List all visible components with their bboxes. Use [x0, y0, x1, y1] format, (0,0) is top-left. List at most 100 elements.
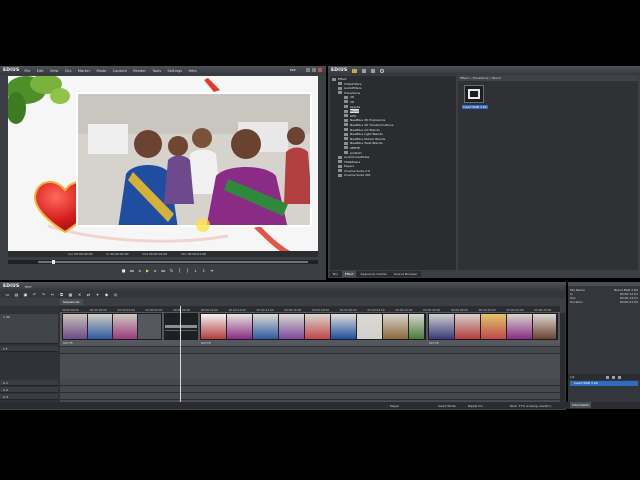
- menu-render[interactable]: Render: [133, 69, 146, 73]
- ruler-tick-label: 00:00:00:00: [62, 308, 80, 312]
- ripple-icon[interactable]: ⇄: [85, 292, 92, 298]
- player-titlebar: EDIUS File Edit View Clip Marker Mode Ca…: [0, 66, 326, 75]
- overwrite-icon[interactable]: ⇩: [200, 267, 207, 273]
- tab-bin[interactable]: Bin: [330, 271, 342, 277]
- tree-item-label: NewBlue 3D Transformations: [350, 122, 394, 127]
- menu-clip[interactable]: Clip: [65, 69, 72, 73]
- information-tab[interactable]: Information: [570, 402, 592, 408]
- ruler-tick-label: 00:00:30:00: [478, 308, 496, 312]
- menu-tools[interactable]: Tools: [152, 69, 161, 73]
- tab-source-browser[interactable]: Source Browser: [391, 271, 422, 277]
- track-header-audio-1[interactable]: A 1: [0, 380, 58, 386]
- insert-icon[interactable]: ⇣: [192, 267, 199, 273]
- status-player: Player: [390, 404, 400, 408]
- window-controls: [306, 68, 322, 72]
- clip-thumbnail: [253, 314, 279, 339]
- snap-icon[interactable]: ⌖: [94, 292, 101, 298]
- ruler-tick-label: 00:00:10:00: [200, 308, 218, 312]
- timeline-ruler[interactable]: 00:00:00:00 00:00:02:00 00:00:04:00 00:00:0…: [60, 306, 560, 313]
- menu-marker[interactable]: Marker: [78, 69, 90, 73]
- tree-item[interactable]: Cinema Suite 301: [332, 173, 454, 178]
- paste-icon[interactable]: ▦: [67, 292, 74, 298]
- open-icon[interactable]: ▤: [13, 292, 20, 298]
- info-key: Duration: [570, 300, 584, 304]
- new-sequence-icon[interactable]: ▭: [4, 292, 11, 298]
- layer-down-icon[interactable]: [611, 375, 615, 379]
- menu-capture[interactable]: Capture: [113, 69, 127, 73]
- ruler-tick-label: 00:00:20:00: [339, 308, 357, 312]
- track-header-video[interactable]: 1 VA: [0, 314, 58, 344]
- folder-icon: [344, 146, 348, 150]
- timeline-vscroll[interactable]: [560, 313, 565, 402]
- marker-icon[interactable]: ◆: [103, 292, 110, 298]
- next-frame-icon[interactable]: ▸▸: [160, 267, 167, 273]
- clip-thumbnail: [113, 314, 138, 339]
- tab-sequence-marker[interactable]: Sequence marker: [357, 271, 391, 277]
- tree-item-label: proDAD: [350, 150, 362, 155]
- new-icon[interactable]: [362, 68, 367, 73]
- menu-settings[interactable]: Settings: [167, 69, 182, 73]
- play-icon[interactable]: ▶: [144, 267, 151, 273]
- maximize-icon[interactable]: [312, 68, 316, 72]
- set-out-icon[interactable]: }: [184, 267, 191, 273]
- close-icon[interactable]: [318, 68, 322, 72]
- scrub-handle[interactable]: [52, 260, 55, 264]
- tree-item-label: SMPTE: [350, 145, 361, 150]
- layer-delete-icon[interactable]: [617, 375, 621, 379]
- menu-mode[interactable]: Mode: [97, 69, 107, 73]
- layer-up-icon[interactable]: [605, 375, 609, 379]
- video-clip[interactable]: [62, 313, 162, 340]
- tree-item-label: Transitions: [344, 90, 361, 95]
- save-icon[interactable]: ▣: [22, 292, 29, 298]
- playhead-line[interactable]: [180, 306, 181, 402]
- delete-icon[interactable]: [371, 68, 376, 73]
- rewind-icon[interactable]: ◂: [136, 267, 143, 273]
- folder-icon: [344, 128, 348, 132]
- track-header-audio-2[interactable]: A 2: [0, 387, 58, 393]
- transition-clip[interactable]: [164, 313, 198, 340]
- menu-view[interactable]: View: [50, 69, 59, 73]
- layer-item[interactable]: Insert BGB 4 RS: [570, 381, 638, 386]
- folder-icon: [344, 95, 348, 99]
- stop-icon[interactable]: ■: [120, 267, 127, 273]
- out-timecode: Out 00:00:01:00: [142, 252, 168, 256]
- search-icon[interactable]: [380, 68, 385, 73]
- fast-forward-icon[interactable]: ▸: [152, 267, 159, 273]
- minimize-icon[interactable]: [306, 68, 310, 72]
- video-clip[interactable]: [200, 313, 426, 340]
- ruler-tick-label: 00:00:24:00: [395, 308, 413, 312]
- copy-icon[interactable]: ⧉: [58, 292, 65, 298]
- undo-icon[interactable]: ↶: [31, 292, 38, 298]
- set-in-icon[interactable]: {: [176, 267, 183, 273]
- delete-clip-icon[interactable]: ✕: [76, 292, 83, 298]
- menu-edit[interactable]: Edit: [37, 69, 44, 73]
- clip-thumbnail: [533, 314, 557, 339]
- loop-icon[interactable]: ↻: [168, 267, 175, 273]
- sequence-tab[interactable]: Sequence1: [60, 299, 83, 305]
- cut-icon[interactable]: ✂: [49, 292, 56, 298]
- render-icon[interactable]: ◎: [112, 292, 119, 298]
- track-header-audio-3[interactable]: A 3: [0, 394, 58, 400]
- tab-effect[interactable]: Effect: [341, 271, 358, 277]
- folder-icon[interactable]: [352, 68, 358, 73]
- project-name: TEST: [24, 284, 32, 289]
- mode-label[interactable]: PLR: [290, 68, 296, 72]
- redo-icon[interactable]: ↷: [40, 292, 47, 298]
- ruler-tick-label: 00:00:02:00: [89, 308, 107, 312]
- menu-help[interactable]: Help: [188, 69, 196, 73]
- clip-thumbnail: [201, 314, 227, 339]
- ruler-tick-label: 00:00:08:00: [173, 308, 191, 312]
- info-panel: File Name Blend BGB 4 RS In 00:00:12:01 …: [568, 282, 640, 408]
- menu-file[interactable]: File: [24, 69, 30, 73]
- in-timecode: In 00:00:00:00: [106, 252, 129, 256]
- prev-frame-icon[interactable]: ◂◂: [128, 267, 135, 273]
- photo-inset: [76, 92, 312, 227]
- tree-item-label: 2D: [350, 95, 355, 100]
- video-clip[interactable]: [428, 313, 558, 340]
- tree-item-label: Blend: [350, 109, 359, 114]
- effect-thumbnail[interactable]: [464, 85, 484, 103]
- export-icon[interactable]: ⇥: [208, 267, 215, 273]
- track-header-title[interactable]: 1 T: [0, 346, 58, 352]
- timeline-toolbar: ▭ ▤ ▣ ↶ ↷ ✂ ⧉ ▦ ✕ ⇄ ⌖ ◆ ◎: [0, 291, 566, 298]
- scrub-bar[interactable]: [8, 260, 318, 264]
